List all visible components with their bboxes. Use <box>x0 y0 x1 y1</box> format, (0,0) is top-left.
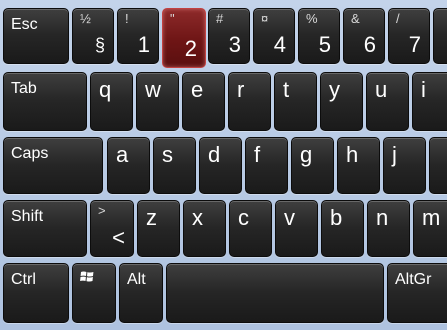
key-altgr-label: AltGr <box>395 271 432 288</box>
key-x-label: x <box>192 205 203 230</box>
key-7[interactable]: / 7 <box>388 8 430 64</box>
key-f-label: f <box>254 142 261 167</box>
key-b-label: b <box>330 205 343 230</box>
key-z-label: z <box>146 205 157 230</box>
key-alt-label: Alt <box>127 271 146 288</box>
key-2-label: 2 <box>184 36 197 61</box>
key-3[interactable]: # 3 <box>208 8 250 64</box>
on-screen-keyboard: Esc ½ § ! 1 " 2 # 3 ¤ 4 % 5 & 6 / 7 Tab … <box>0 0 447 330</box>
key-esc-label: Esc <box>11 16 38 33</box>
key-g-label: g <box>300 142 313 167</box>
key-caps-label: Caps <box>11 145 49 162</box>
key-v-label: v <box>284 205 295 230</box>
key-altgr[interactable]: AltGr <box>387 263 447 323</box>
key-section-shift-label: ½ <box>80 11 91 26</box>
key-tab[interactable]: Tab <box>3 72 87 131</box>
key-alt[interactable]: Alt <box>119 263 163 323</box>
key-3-shift-label: # <box>216 11 224 26</box>
key-v[interactable]: v <box>275 200 318 257</box>
key-section-label: § <box>94 35 105 55</box>
key-j[interactable]: j <box>383 137 426 194</box>
key-y[interactable]: y <box>320 72 363 131</box>
key-5-shift-label: % <box>306 11 318 26</box>
key-7-shift-label: / <box>396 11 400 26</box>
key-a-label: a <box>116 142 129 167</box>
key-i-label: i <box>421 77 426 102</box>
key-shift[interactable]: Shift <box>3 200 87 257</box>
key-5[interactable]: % 5 <box>298 8 340 64</box>
key-6-shift-label: & <box>351 11 360 26</box>
key-h[interactable]: h <box>337 137 380 194</box>
key-less-than[interactable]: > < <box>90 200 134 257</box>
key-c-label: c <box>238 205 249 230</box>
key-x[interactable]: x <box>183 200 226 257</box>
key-w-label: w <box>145 77 161 102</box>
key-less-than-label: < <box>112 225 125 250</box>
key-4-shift-label: ¤ <box>261 11 269 26</box>
key-1[interactable]: ! 1 <box>117 8 159 64</box>
key-t-label: t <box>283 77 290 102</box>
key-m[interactable]: m <box>413 200 447 257</box>
key-a[interactable]: a <box>107 137 150 194</box>
key-k-partial[interactable] <box>429 137 447 194</box>
key-n-label: n <box>376 205 389 230</box>
key-s[interactable]: s <box>153 137 196 194</box>
key-q[interactable]: q <box>90 72 133 131</box>
key-d[interactable]: d <box>199 137 242 194</box>
key-b[interactable]: b <box>321 200 364 257</box>
key-caps[interactable]: Caps <box>3 137 103 194</box>
key-ctrl[interactable]: Ctrl <box>3 263 69 323</box>
key-j-label: j <box>392 142 397 167</box>
key-d-label: d <box>208 142 221 167</box>
key-w[interactable]: w <box>136 72 179 131</box>
key-5-label: 5 <box>318 32 331 57</box>
key-2[interactable]: " 2 <box>162 8 206 68</box>
key-e-label: e <box>191 77 204 102</box>
key-less-than-shift-label: > <box>98 203 106 218</box>
key-h-label: h <box>346 142 359 167</box>
key-q-label: q <box>99 77 112 102</box>
key-g[interactable]: g <box>291 137 334 194</box>
key-u[interactable]: u <box>366 72 409 131</box>
key-i[interactable]: i <box>412 72 447 131</box>
key-windows[interactable] <box>72 263 116 323</box>
key-space[interactable] <box>166 263 384 323</box>
windows-logo-icon <box>80 270 94 286</box>
key-y-label: y <box>329 77 340 102</box>
key-u-label: u <box>375 77 388 102</box>
key-m-label: m <box>422 205 441 230</box>
key-3-label: 3 <box>228 32 241 57</box>
key-s-label: s <box>162 142 173 167</box>
key-1-label: 1 <box>137 32 150 57</box>
key-c[interactable]: c <box>229 200 272 257</box>
key-4[interactable]: ¤ 4 <box>253 8 295 64</box>
key-7-label: 7 <box>408 32 421 57</box>
key-6-label: 6 <box>363 32 376 57</box>
key-e[interactable]: e <box>182 72 225 131</box>
key-t[interactable]: t <box>274 72 317 131</box>
key-1-shift-label: ! <box>125 11 129 26</box>
key-shift-label: Shift <box>11 208 44 225</box>
key-ctrl-label: Ctrl <box>11 271 36 288</box>
key-n[interactable]: n <box>367 200 410 257</box>
key-r[interactable]: r <box>228 72 271 131</box>
key-8-partial[interactable] <box>433 8 447 64</box>
key-esc[interactable]: Esc <box>3 8 69 64</box>
key-z[interactable]: z <box>137 200 180 257</box>
key-r-label: r <box>237 77 245 102</box>
key-tab-label: Tab <box>11 80 37 97</box>
key-2-shift-label: " <box>170 11 175 26</box>
key-6[interactable]: & 6 <box>343 8 385 64</box>
key-section[interactable]: ½ § <box>72 8 114 64</box>
key-4-label: 4 <box>273 32 286 57</box>
key-f[interactable]: f <box>245 137 288 194</box>
